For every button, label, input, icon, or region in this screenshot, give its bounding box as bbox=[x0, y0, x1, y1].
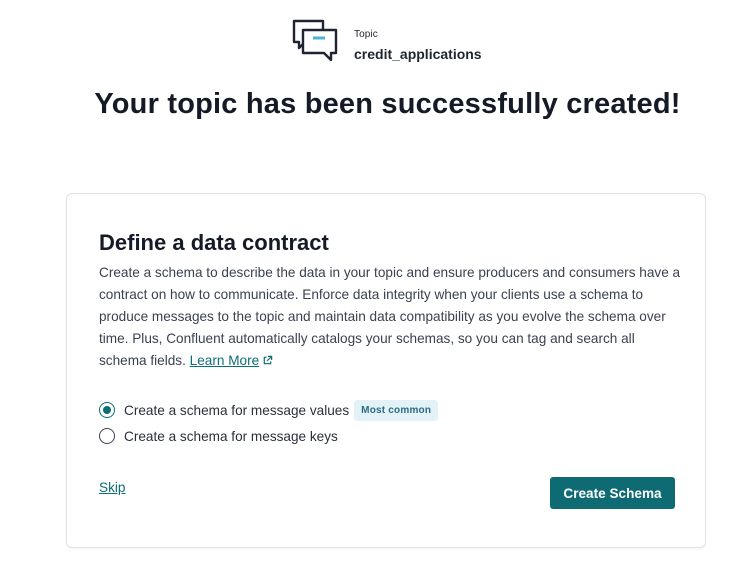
learn-more-label: Learn More bbox=[189, 353, 260, 368]
topic-header: Topic credit_applications bbox=[291, 18, 482, 62]
skip-link[interactable]: Skip bbox=[99, 480, 125, 495]
chat-bubbles-icon bbox=[292, 19, 338, 62]
card-title: Define a data contract bbox=[99, 230, 329, 255]
topic-meta: Topic credit_applications bbox=[354, 29, 482, 62]
create-schema-button[interactable]: Create Schema bbox=[550, 477, 675, 509]
topic-name: credit_applications bbox=[354, 46, 482, 62]
radio-selected-dot bbox=[103, 406, 111, 414]
radio-keys-label: Create a schema for message keys bbox=[124, 428, 338, 444]
card-description: Create a schema to describe the data in … bbox=[99, 262, 684, 372]
radio-option-keys[interactable]: Create a schema for message keys bbox=[99, 423, 438, 449]
radio-values-button[interactable] bbox=[99, 402, 115, 418]
data-contract-card: Define a data contract Create a schema t… bbox=[66, 193, 706, 548]
radio-values-label: Create a schema for message values bbox=[124, 402, 350, 418]
external-link-icon bbox=[263, 355, 273, 365]
description-text: Create a schema to describe the data in … bbox=[99, 265, 681, 368]
radio-option-values[interactable]: Create a schema for message values Most … bbox=[99, 397, 439, 423]
learn-more-link[interactable]: Learn More bbox=[190, 353, 274, 368]
schema-type-radio-group: Create a schema for message values Most … bbox=[99, 397, 439, 449]
radio-keys-button[interactable] bbox=[99, 428, 115, 444]
success-heading: Your topic has been successfully created… bbox=[94, 88, 681, 120]
most-common-badge: Most common bbox=[354, 399, 439, 421]
topic-label: Topic bbox=[354, 29, 378, 40]
